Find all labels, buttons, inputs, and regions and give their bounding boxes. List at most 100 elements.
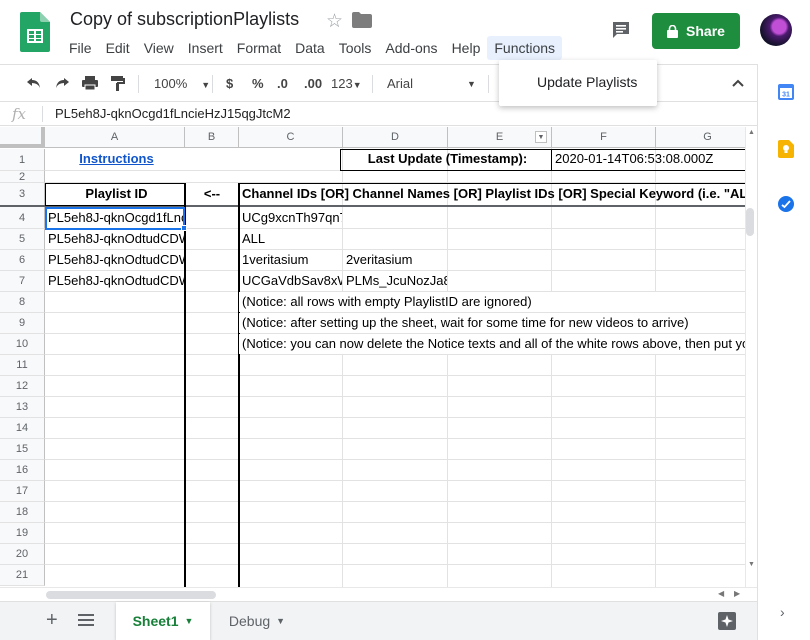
playlist-id-header[interactable]: Playlist ID bbox=[45, 184, 185, 204]
notice-text[interactable]: (Notice: all rows with empty PlaylistID … bbox=[239, 292, 745, 312]
row-header[interactable]: 1 bbox=[0, 149, 45, 171]
functions-menu-dropdown: Update Playlists bbox=[499, 60, 657, 106]
print-icon[interactable] bbox=[80, 73, 100, 95]
row-header[interactable]: 5 bbox=[0, 229, 45, 250]
scroll-up-icon[interactable]: ▲ bbox=[748, 129, 755, 136]
menu-edit[interactable]: Edit bbox=[99, 36, 137, 60]
vertical-scroll-thumb[interactable] bbox=[746, 208, 754, 236]
column-header-c[interactable]: C bbox=[239, 127, 343, 148]
explore-icon[interactable] bbox=[718, 612, 736, 635]
notice-text[interactable]: (Notice: after setting up the sheet, wai… bbox=[239, 313, 745, 333]
last-update-label[interactable]: Last Update (Timestamp): bbox=[343, 149, 552, 169]
calendar-icon[interactable]: 31 bbox=[778, 84, 794, 105]
spreadsheet-grid[interactable]: A B C D E ▼ F G 1 2 3 4 5 6 7 8 9 10 11 … bbox=[0, 127, 745, 587]
keep-icon[interactable] bbox=[778, 140, 794, 163]
decrease-decimal-button[interactable]: .0 bbox=[277, 73, 288, 95]
currency-format-button[interactable]: $ bbox=[226, 73, 233, 95]
last-update-value[interactable]: 2020-01-14T06:53:08.000Z bbox=[552, 149, 745, 169]
scroll-left-icon[interactable]: ◀ bbox=[718, 589, 724, 598]
row-header[interactable]: 13 bbox=[0, 397, 45, 418]
menu-view[interactable]: View bbox=[137, 36, 181, 60]
arrow-label[interactable]: <-- bbox=[186, 184, 238, 204]
row-header[interactable]: 3 bbox=[0, 183, 45, 206]
more-formats-button[interactable]: 123▼ bbox=[331, 73, 362, 95]
menu-item-update-playlists[interactable]: Update Playlists bbox=[537, 74, 637, 90]
collapse-toolbar-icon[interactable] bbox=[730, 73, 746, 95]
row-header[interactable]: 8 bbox=[0, 292, 45, 313]
row-header[interactable]: 11 bbox=[0, 355, 45, 376]
select-all-corner[interactable] bbox=[0, 127, 45, 148]
scroll-down-icon[interactable]: ▼ bbox=[748, 561, 755, 568]
row-header[interactable]: 10 bbox=[0, 334, 45, 355]
row-header[interactable]: 21 bbox=[0, 565, 45, 586]
document-title[interactable]: Copy of subscriptionPlaylists bbox=[70, 9, 299, 30]
sheets-logo-icon[interactable] bbox=[20, 12, 50, 52]
vertical-scrollbar[interactable]: ▲ ▼ bbox=[745, 127, 757, 587]
row-header[interactable]: 4 bbox=[0, 207, 45, 229]
column-header-b[interactable]: B bbox=[185, 127, 239, 148]
share-button[interactable]: Share bbox=[652, 13, 740, 49]
star-icon[interactable]: ☆ bbox=[326, 10, 343, 33]
menu-format[interactable]: Format bbox=[230, 36, 288, 60]
filter-icon[interactable]: ▼ bbox=[535, 131, 547, 143]
menu-file[interactable]: File bbox=[62, 36, 99, 60]
menu-functions[interactable]: Functions bbox=[487, 36, 563, 60]
table-cell[interactable]: UCg9xcnTh97qn7 bbox=[239, 208, 342, 228]
font-select[interactable]: Arial ▼ bbox=[387, 73, 477, 95]
comment-icon[interactable] bbox=[611, 20, 631, 40]
zoom-caret-icon: ▼ bbox=[201, 80, 211, 90]
column-header-a[interactable]: A bbox=[45, 127, 185, 148]
fill-handle[interactable] bbox=[181, 225, 187, 231]
table-cell[interactable]: ALL bbox=[239, 229, 342, 249]
row-header[interactable]: 18 bbox=[0, 502, 45, 523]
sheet-tab-sheet1[interactable]: Sheet1 ▼ bbox=[116, 602, 210, 640]
horizontal-scroll-thumb[interactable] bbox=[46, 591, 216, 599]
channel-ids-header[interactable]: Channel IDs [OR] Channel Names [OR] Play… bbox=[239, 184, 745, 204]
menu-tools[interactable]: Tools bbox=[332, 36, 379, 60]
folder-icon[interactable] bbox=[352, 12, 372, 28]
menu-data[interactable]: Data bbox=[288, 36, 332, 60]
menu-insert[interactable]: Insert bbox=[181, 36, 230, 60]
row-header[interactable]: 2 bbox=[0, 171, 45, 183]
menu-addons[interactable]: Add-ons bbox=[378, 36, 444, 60]
column-header-g[interactable]: G bbox=[656, 127, 745, 148]
instructions-link[interactable]: Instructions bbox=[45, 149, 185, 169]
row-header[interactable]: 15 bbox=[0, 439, 45, 460]
table-cell[interactable]: PLMs_JcuNozJa8 bbox=[343, 271, 447, 291]
table-cell[interactable]: 2veritasium bbox=[343, 250, 447, 270]
row-header[interactable]: 6 bbox=[0, 250, 45, 271]
table-cell[interactable]: PL5eh8J-qknOdtudCDWmkxV bbox=[45, 229, 184, 249]
column-header-e[interactable]: E ▼ bbox=[448, 127, 552, 148]
table-cell[interactable]: 1veritasium bbox=[239, 250, 342, 270]
table-cell[interactable]: PL5eh8J-qknOdtudCDWmkxV bbox=[45, 271, 184, 291]
avatar[interactable] bbox=[760, 14, 792, 46]
sheet-tab-debug[interactable]: Debug ▼ bbox=[212, 602, 302, 640]
notice-text[interactable]: (Notice: you can now delete the Notice t… bbox=[239, 334, 745, 354]
row-header[interactable]: 12 bbox=[0, 376, 45, 397]
row-header[interactable]: 17 bbox=[0, 481, 45, 502]
increase-decimal-button[interactable]: .00 bbox=[304, 73, 322, 95]
column-header-d[interactable]: D bbox=[343, 127, 448, 148]
paint-format-icon[interactable] bbox=[108, 73, 128, 95]
all-sheets-icon[interactable] bbox=[78, 613, 94, 632]
svg-text:31: 31 bbox=[782, 92, 790, 99]
row-header[interactable]: 7 bbox=[0, 271, 45, 292]
column-header-f[interactable]: F bbox=[552, 127, 656, 148]
zoom-select[interactable]: 100% ▼ bbox=[154, 73, 210, 95]
row-header[interactable]: 16 bbox=[0, 460, 45, 481]
row-header[interactable]: 20 bbox=[0, 544, 45, 565]
formula-input[interactable]: PL5eh8J-qknOcgd1fLncieHzJ15qgJtcM2 bbox=[55, 106, 291, 121]
table-cell[interactable]: UCGaVdbSav8xWuF bbox=[239, 271, 342, 291]
redo-icon[interactable] bbox=[52, 73, 72, 95]
undo-icon[interactable] bbox=[24, 73, 44, 95]
menu-help[interactable]: Help bbox=[445, 36, 488, 60]
percent-format-button[interactable]: % bbox=[252, 73, 264, 95]
tasks-icon[interactable] bbox=[778, 196, 794, 217]
row-header[interactable]: 19 bbox=[0, 523, 45, 544]
add-sheet-icon[interactable]: + bbox=[46, 610, 58, 630]
row-header[interactable]: 14 bbox=[0, 418, 45, 439]
table-cell[interactable]: PL5eh8J-qknOdtudCDWmkxV bbox=[45, 250, 184, 270]
scroll-right-icon[interactable]: ▶ bbox=[734, 589, 740, 598]
expand-side-panel-icon[interactable]: › bbox=[780, 604, 785, 620]
row-header[interactable]: 9 bbox=[0, 313, 45, 334]
